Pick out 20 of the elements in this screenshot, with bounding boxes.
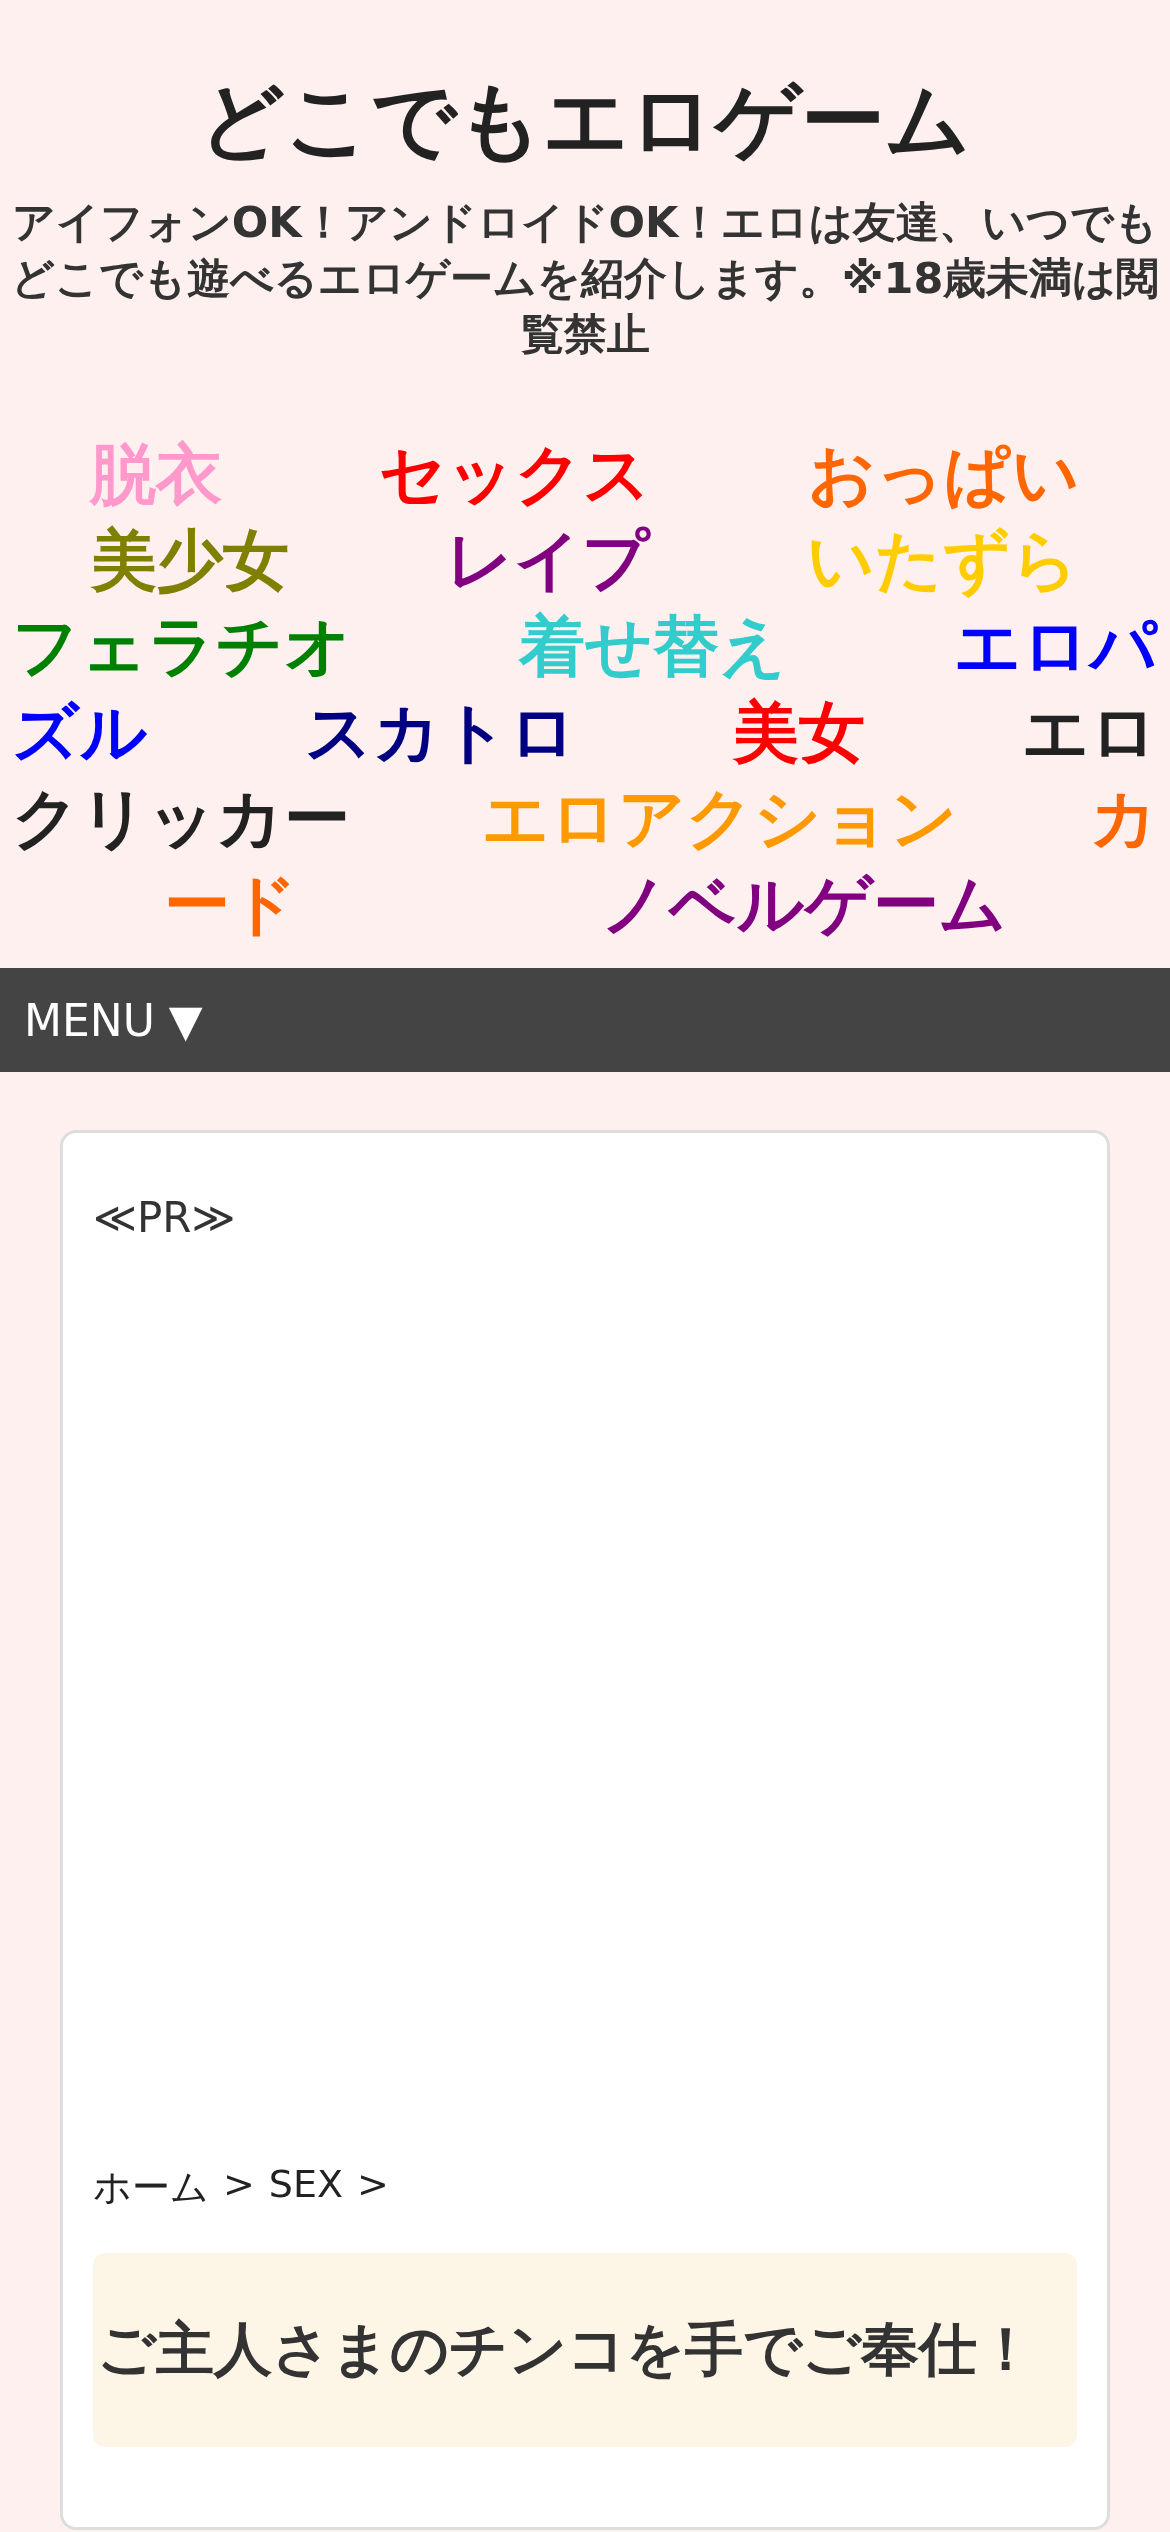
tag-link[interactable]: クリッカー — [12, 776, 350, 863]
tag-link[interactable]: ズル — [12, 690, 148, 777]
tag-link[interactable]: スカトロ — [304, 690, 577, 777]
tag-link[interactable]: レイプ — [446, 518, 650, 605]
site-description: アイフォンOK！アンドロイドOK！エロは友達、いつでもどこでも遊べるエロゲームを紹介します。※18歳未満は閲覧禁止 — [9, 195, 1161, 361]
tag-link[interactable]: フェラチオ — [12, 604, 352, 691]
breadcrumb-separator: > — [223, 2162, 255, 2209]
tag-link[interactable]: 美女 — [733, 690, 866, 777]
site-title[interactable]: どこでもエロゲーム — [199, 70, 971, 171]
tag-link[interactable]: セックス — [379, 432, 651, 519]
ad-label: ≪PR≫ — [93, 1193, 236, 1243]
breadcrumb-separator: > — [357, 2162, 389, 2209]
breadcrumb-link[interactable]: SEX — [268, 2162, 343, 2214]
tag-link[interactable]: 美少女 — [90, 518, 289, 605]
breadcrumb-link[interactable]: ホーム — [93, 2162, 209, 2214]
tag-link[interactable]: エロパ — [954, 604, 1158, 691]
tag-link[interactable]: ノベルゲーム — [600, 862, 1007, 949]
menu-button[interactable]: MENU ▼ — [24, 994, 203, 1046]
tag-link[interactable]: エロ — [1021, 690, 1158, 777]
article-title: ご主人さまのチンコを手でご奉仕！ — [97, 2314, 1035, 2386]
